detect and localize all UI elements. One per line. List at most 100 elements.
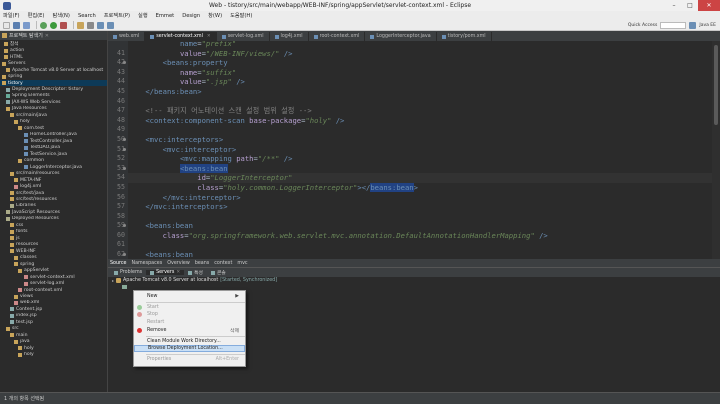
editor-page-tab[interactable]: mvc xyxy=(237,261,247,266)
fold-marker-icon[interactable] xyxy=(123,166,126,170)
tree-item-label: LoggerInterceptor.java xyxy=(30,164,82,170)
menu-project[interactable]: 프로젝트(P) xyxy=(104,12,130,19)
debug-icon[interactable] xyxy=(40,21,47,29)
xml-file-icon xyxy=(313,34,318,39)
tree-item-label: com.test xyxy=(24,125,45,131)
editor-tab[interactable]: LoggerInterceptor.java xyxy=(365,32,437,41)
xml-file-icon xyxy=(274,34,279,39)
code-line: 51 <mvc:interceptor> xyxy=(117,145,712,155)
vertical-scrollbar[interactable] xyxy=(712,41,720,259)
view-tab[interactable]: 특성 xyxy=(184,269,207,276)
editor-tab[interactable]: root-context.xml xyxy=(309,32,366,41)
menu-item[interactable]: Clean Module Work Directory... xyxy=(134,338,245,345)
close-tab-icon[interactable]: ✕ xyxy=(45,33,49,39)
close-tab-icon[interactable]: ✕ xyxy=(176,270,180,275)
editor-page-tab[interactable]: Overview xyxy=(167,261,190,266)
menu-edit[interactable]: 편집(E) xyxy=(28,12,45,19)
menu-item[interactable]: New ▶ xyxy=(134,293,245,300)
tree-item-label: root-context.xml xyxy=(24,287,63,293)
close-window-button[interactable]: ✕ xyxy=(698,0,720,11)
editor-tab[interactable]: servlet-context.xml ✕ xyxy=(145,32,217,41)
tree-item-icon xyxy=(10,333,14,338)
view-tab[interactable]: 콘솔 xyxy=(207,269,230,276)
new-file-icon[interactable] xyxy=(3,21,10,29)
quick-access-input[interactable] xyxy=(660,21,687,29)
tab-project-explorer[interactable]: 프로젝트 탐색기 ✕ xyxy=(2,32,49,39)
menu-design[interactable]: Design xyxy=(182,13,200,19)
code-area[interactable]: name="prefix" 41 value="/WEB-INF/views/" … xyxy=(117,41,712,259)
menu-emmet[interactable]: Emmet xyxy=(156,13,175,19)
open-type-icon[interactable] xyxy=(77,21,84,29)
menu-item[interactable]: Remove 삭제 xyxy=(134,327,245,334)
tree-item[interactable]: holy xyxy=(0,352,107,358)
run-icon[interactable] xyxy=(50,21,57,29)
editor-page-tab[interactable]: Source xyxy=(110,261,126,266)
menu-navigate[interactable]: 탐색(N) xyxy=(52,12,69,19)
editor-tab-label: servlet-log.xml xyxy=(227,34,264,39)
fold-marker-icon[interactable] xyxy=(123,147,126,151)
line-number: 61 xyxy=(117,240,125,249)
perspective-label[interactable]: Java EE xyxy=(699,23,716,28)
view-tab[interactable]: Problems xyxy=(110,270,146,275)
code-line: 59 <beans:bean xyxy=(117,221,712,231)
forward-icon[interactable] xyxy=(107,21,114,29)
save-icon[interactable] xyxy=(13,21,20,29)
project-tree: 참석 action HTML Servers Apache Tomcat v8.0 Se… xyxy=(0,40,107,358)
code-line: 47 <!-- 패키지 어노테이션 스캔 설정 범위 설정 --> xyxy=(117,106,712,116)
code-line: 54 id="LoggerInterceptor" xyxy=(117,173,712,183)
editor-page-tab[interactable]: context xyxy=(214,261,232,266)
menu-run[interactable]: 실행 xyxy=(138,12,148,19)
editor-page-tab[interactable]: beans xyxy=(195,261,209,266)
close-tab-icon[interactable]: ✕ xyxy=(207,34,211,39)
menu-window[interactable]: 창(W) xyxy=(208,12,222,19)
minimize-button[interactable]: – xyxy=(666,0,682,11)
editor-tab[interactable]: tistory/pom.xml xyxy=(437,32,492,41)
tree-item-icon xyxy=(24,132,28,137)
server-row[interactable]: ▸ Apache Tomcat v8.0 Server at localhost… xyxy=(108,277,720,284)
menu-item: Restart xyxy=(134,319,245,326)
perspective-icon[interactable] xyxy=(689,21,697,29)
expand-triangle-icon[interactable]: ▸ xyxy=(112,278,114,283)
editor-tab[interactable]: log4j.xml xyxy=(270,32,309,41)
tree-item-icon xyxy=(6,100,10,105)
view-icon xyxy=(150,270,155,275)
menu-item[interactable]: Browse Deployment Location... xyxy=(134,345,245,353)
scrollbar-thumb[interactable] xyxy=(714,45,718,125)
code-line: 57 </mvc:interceptors> xyxy=(117,202,712,212)
xml-editor[interactable]: name="prefix" 41 value="/WEB-INF/views/" … xyxy=(108,41,720,259)
editor-tab[interactable]: web.xml xyxy=(108,32,146,41)
fold-marker-icon[interactable] xyxy=(123,137,126,141)
menu-help[interactable]: 도움말(H) xyxy=(230,12,252,19)
menu-item-label: Restart xyxy=(147,320,165,326)
editor-tab[interactable]: servlet-log.xml xyxy=(217,32,270,41)
view-tabs: Problems Servers ✕ 특성 콘솔 xyxy=(108,268,720,277)
tree-item-icon xyxy=(18,126,22,131)
menu-file[interactable]: 파일(F) xyxy=(3,12,20,19)
editor-tab-label: tistory/pom.xml xyxy=(447,34,486,39)
back-icon[interactable] xyxy=(97,21,104,29)
save-all-icon[interactable] xyxy=(23,21,30,29)
tree-item-label: holy xyxy=(24,352,34,358)
project-explorer-tabs: 프로젝트 탐색기 ✕ xyxy=(0,31,107,40)
menu-search[interactable]: Search xyxy=(78,13,96,19)
maximize-button[interactable]: □ xyxy=(682,0,698,11)
tree-item-label: Deployed Resources xyxy=(12,216,59,222)
tree-item-icon xyxy=(10,307,14,312)
tree-item[interactable]: Apache Tomcat v8.0 Server at localhost xyxy=(0,67,107,73)
code-token: "suffix" xyxy=(201,67,237,77)
code-line: 43 name="suffix" xyxy=(117,67,712,78)
stop-icon[interactable] xyxy=(60,21,67,29)
search-icon[interactable] xyxy=(87,21,94,29)
view-tab-label: 특성 xyxy=(194,271,203,276)
line-number: 52 xyxy=(117,154,125,163)
editor-page-tab[interactable]: Namespaces xyxy=(131,261,162,266)
menu-item: Stop xyxy=(134,311,245,318)
menu-item: Properties Alt+Enter xyxy=(134,356,245,363)
tree-item-icon xyxy=(14,294,18,299)
view-tab[interactable]: Servers ✕ xyxy=(146,270,185,275)
code-token: value xyxy=(179,48,202,58)
